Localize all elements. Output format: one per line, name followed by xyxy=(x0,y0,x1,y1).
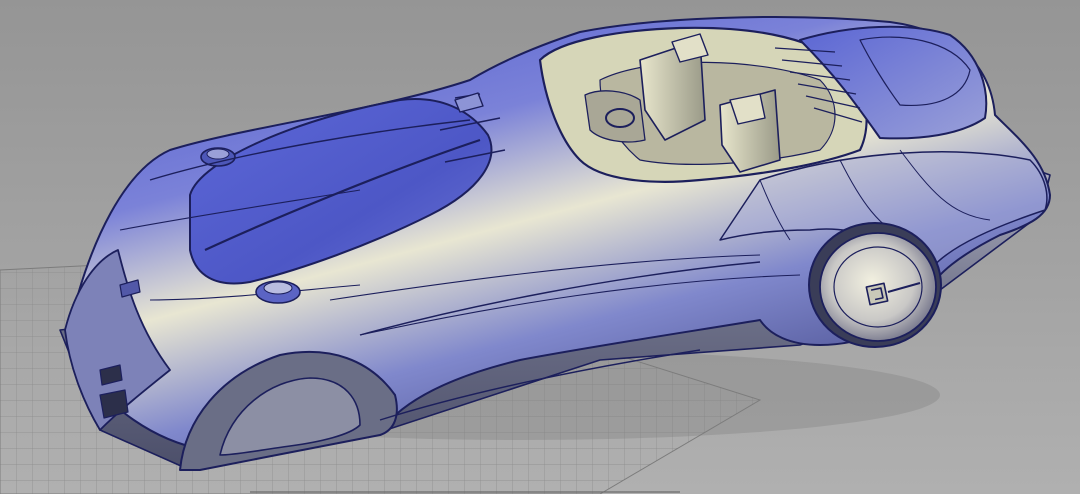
cad-viewport[interactable] xyxy=(0,0,1080,494)
fuel-cap-left[interactable] xyxy=(200,147,236,167)
fuel-cap-right[interactable] xyxy=(255,280,301,304)
cad-scene[interactable] xyxy=(0,0,1080,494)
